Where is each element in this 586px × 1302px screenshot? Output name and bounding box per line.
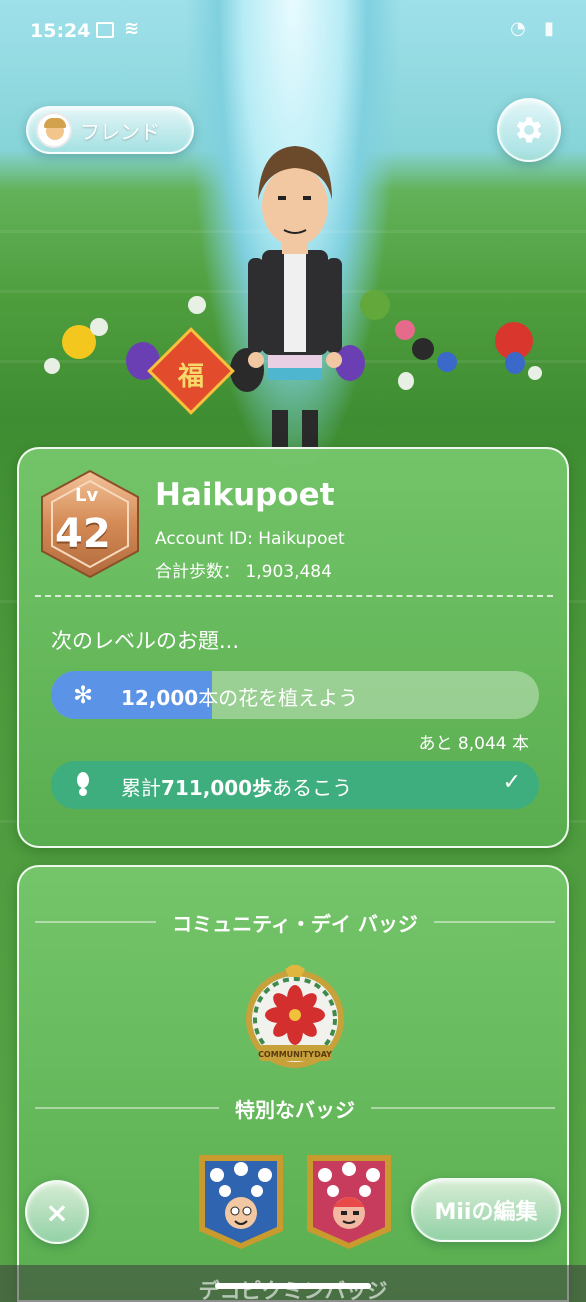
player-name: Haikupoet [155,477,335,513]
status-time: 15:24 [30,20,91,42]
level-prefix: Lv [75,485,99,506]
community-section-header: コミュニティ・デイ バッジ [19,907,571,937]
footprint-icon [69,771,97,799]
special-heading: 特別なバッジ [235,1097,355,1122]
profile-card: Lv 42 Haikupoet Account ID: Haikupoet 合計… [17,447,569,848]
task-plant-flowers[interactable]: ✻ 12,000本の花を植えよう [51,671,539,719]
task-remaining: あと 8,044 本 [418,734,529,754]
edit-mii-button[interactable]: Miiの編集 [411,1178,561,1242]
gear-icon [516,117,542,143]
close-button[interactable]: × [25,1180,89,1244]
wifi-icon: ≋ [124,18,140,39]
special-badge-blue[interactable] [195,1151,287,1251]
level-number: 42 [55,511,111,557]
friend-avatar [36,112,72,148]
flower-icon: ✻ [72,681,94,709]
status-bar: 15:24 ≋ ◔ ▮ [0,0,586,60]
mii-avatar [248,146,342,448]
special-badge-red[interactable] [303,1151,395,1251]
friend-label: フレンド [80,119,160,144]
battery-icon: ◔ ▮ [510,18,560,39]
divider [35,595,553,597]
check-icon: ✓ [502,770,521,795]
account-id: Account ID: Haikupoet [155,529,345,549]
community-badge-text: COMMUNITYDAY [258,1050,332,1059]
task-label: 12,000本の花を植えよう [121,686,359,710]
community-heading: コミュニティ・デイ バッジ [172,911,418,936]
community-day-badge[interactable]: COMMUNITYDAY [241,965,349,1073]
task-label: 累計711,000歩あるこう [121,776,353,800]
sim-icon [96,22,114,38]
special-section-header: 特別なバッジ [19,1093,571,1123]
total-steps: 合計歩数： 1,903,484 [155,562,332,582]
next-level-title: 次のレベルのお題... [51,629,240,653]
home-indicator[interactable] [215,1283,371,1289]
settings-button[interactable] [497,98,561,162]
task-walk-steps[interactable]: 累計711,000歩あるこう ✓ [51,761,539,809]
friend-button[interactable]: フレンド [26,106,194,154]
